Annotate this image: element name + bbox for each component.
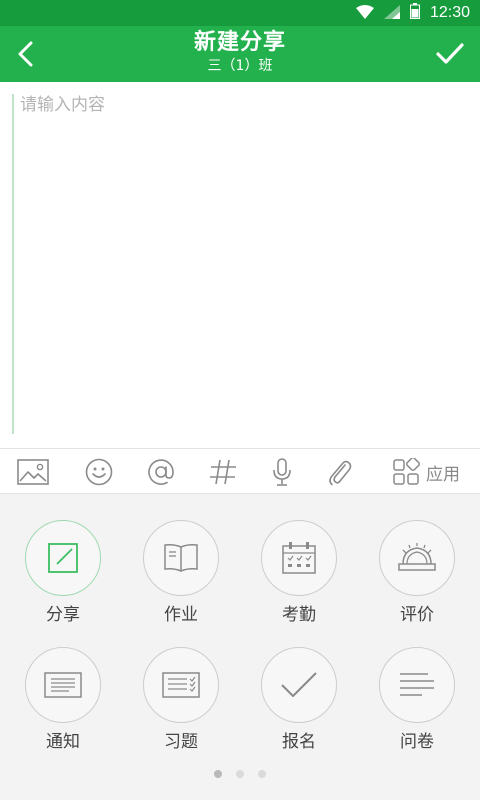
status-time: 12:30 <box>429 4 470 21</box>
page-title: 新建分享 <box>193 30 286 55</box>
status-bar: 12:30 <box>0 0 480 26</box>
checkmark-icon <box>436 43 464 64</box>
topic-button[interactable] <box>205 454 241 490</box>
chevron-left-icon <box>18 41 33 67</box>
app-bar: 新建分享 三（1）班 <box>0 26 480 82</box>
grid-item-circle <box>261 647 337 723</box>
hashtag-icon <box>210 459 236 485</box>
notice-icon <box>44 672 82 698</box>
grid-item-exercise[interactable]: 习题 <box>131 647 231 757</box>
grid-item-label: 评价 <box>400 605 434 625</box>
grid-item-evaluation[interactable]: 评价 <box>367 520 467 630</box>
voice-button[interactable] <box>264 454 300 490</box>
apps-grid-icon <box>393 458 420 485</box>
page-indicator <box>0 770 480 778</box>
wifi-icon <box>355 4 374 23</box>
image-button[interactable] <box>15 454 51 490</box>
content-input[interactable] <box>12 94 468 434</box>
page-dot-1[interactable] <box>214 770 222 778</box>
confirm-button[interactable] <box>428 34 472 74</box>
edit-icon <box>48 543 78 573</box>
lines-icon <box>400 673 434 696</box>
signal-icon <box>383 4 400 23</box>
grid-item-circle <box>379 520 455 596</box>
apps-button[interactable]: 应用 <box>392 454 460 490</box>
attachment-button[interactable] <box>322 454 358 490</box>
grid-item-circle <box>25 520 101 596</box>
grid-item-label: 考勤 <box>282 605 316 625</box>
feature-panel: 分享 作业 考勤 评价 通知 习题 报名 问卷 <box>0 494 480 800</box>
grid-item-signup[interactable]: 报名 <box>249 647 349 757</box>
paperclip-icon <box>329 460 352 486</box>
microphone-icon <box>273 458 291 486</box>
apps-label: 应用 <box>426 464 460 485</box>
grid-item-attendance[interactable]: 考勤 <box>249 520 349 630</box>
grid-item-share[interactable]: 分享 <box>13 520 113 630</box>
page-subtitle: 三（1）班 <box>207 58 273 74</box>
grid-item-label: 习题 <box>164 732 198 752</box>
at-icon <box>148 459 174 485</box>
grid-item-label: 分享 <box>46 605 80 625</box>
image-icon <box>17 459 49 485</box>
status-icons: 12:30 <box>355 3 470 23</box>
page-dot-2[interactable] <box>236 770 244 778</box>
title-block: 新建分享 三（1）班 <box>100 29 380 75</box>
page-dot-3[interactable] <box>258 770 266 778</box>
back-button[interactable] <box>6 34 46 74</box>
grid-item-label: 问卷 <box>400 732 434 752</box>
grid-item-notice[interactable]: 通知 <box>13 647 113 757</box>
badge-icon <box>398 543 436 571</box>
check-icon <box>281 672 317 697</box>
grid-item-circle <box>143 647 219 723</box>
grid-item-circle <box>143 520 219 596</box>
grid-item-label: 报名 <box>282 732 316 752</box>
checklist-icon <box>162 672 200 698</box>
calendar-icon <box>282 542 316 574</box>
grid-item-circle <box>379 647 455 723</box>
grid-item-survey[interactable]: 问卷 <box>367 647 467 757</box>
emoji-button[interactable] <box>81 454 117 490</box>
compose-toolbar: 应用 <box>0 448 480 494</box>
mention-button[interactable] <box>143 454 179 490</box>
editor-area <box>0 82 480 448</box>
battery-icon <box>409 3 420 23</box>
grid-item-label: 作业 <box>164 605 198 625</box>
grid-item-homework[interactable]: 作业 <box>131 520 231 630</box>
grid-item-circle <box>261 520 337 596</box>
emoji-icon <box>85 458 113 486</box>
grid-item-circle <box>25 647 101 723</box>
grid-item-label: 通知 <box>46 732 80 752</box>
book-icon <box>164 544 198 572</box>
